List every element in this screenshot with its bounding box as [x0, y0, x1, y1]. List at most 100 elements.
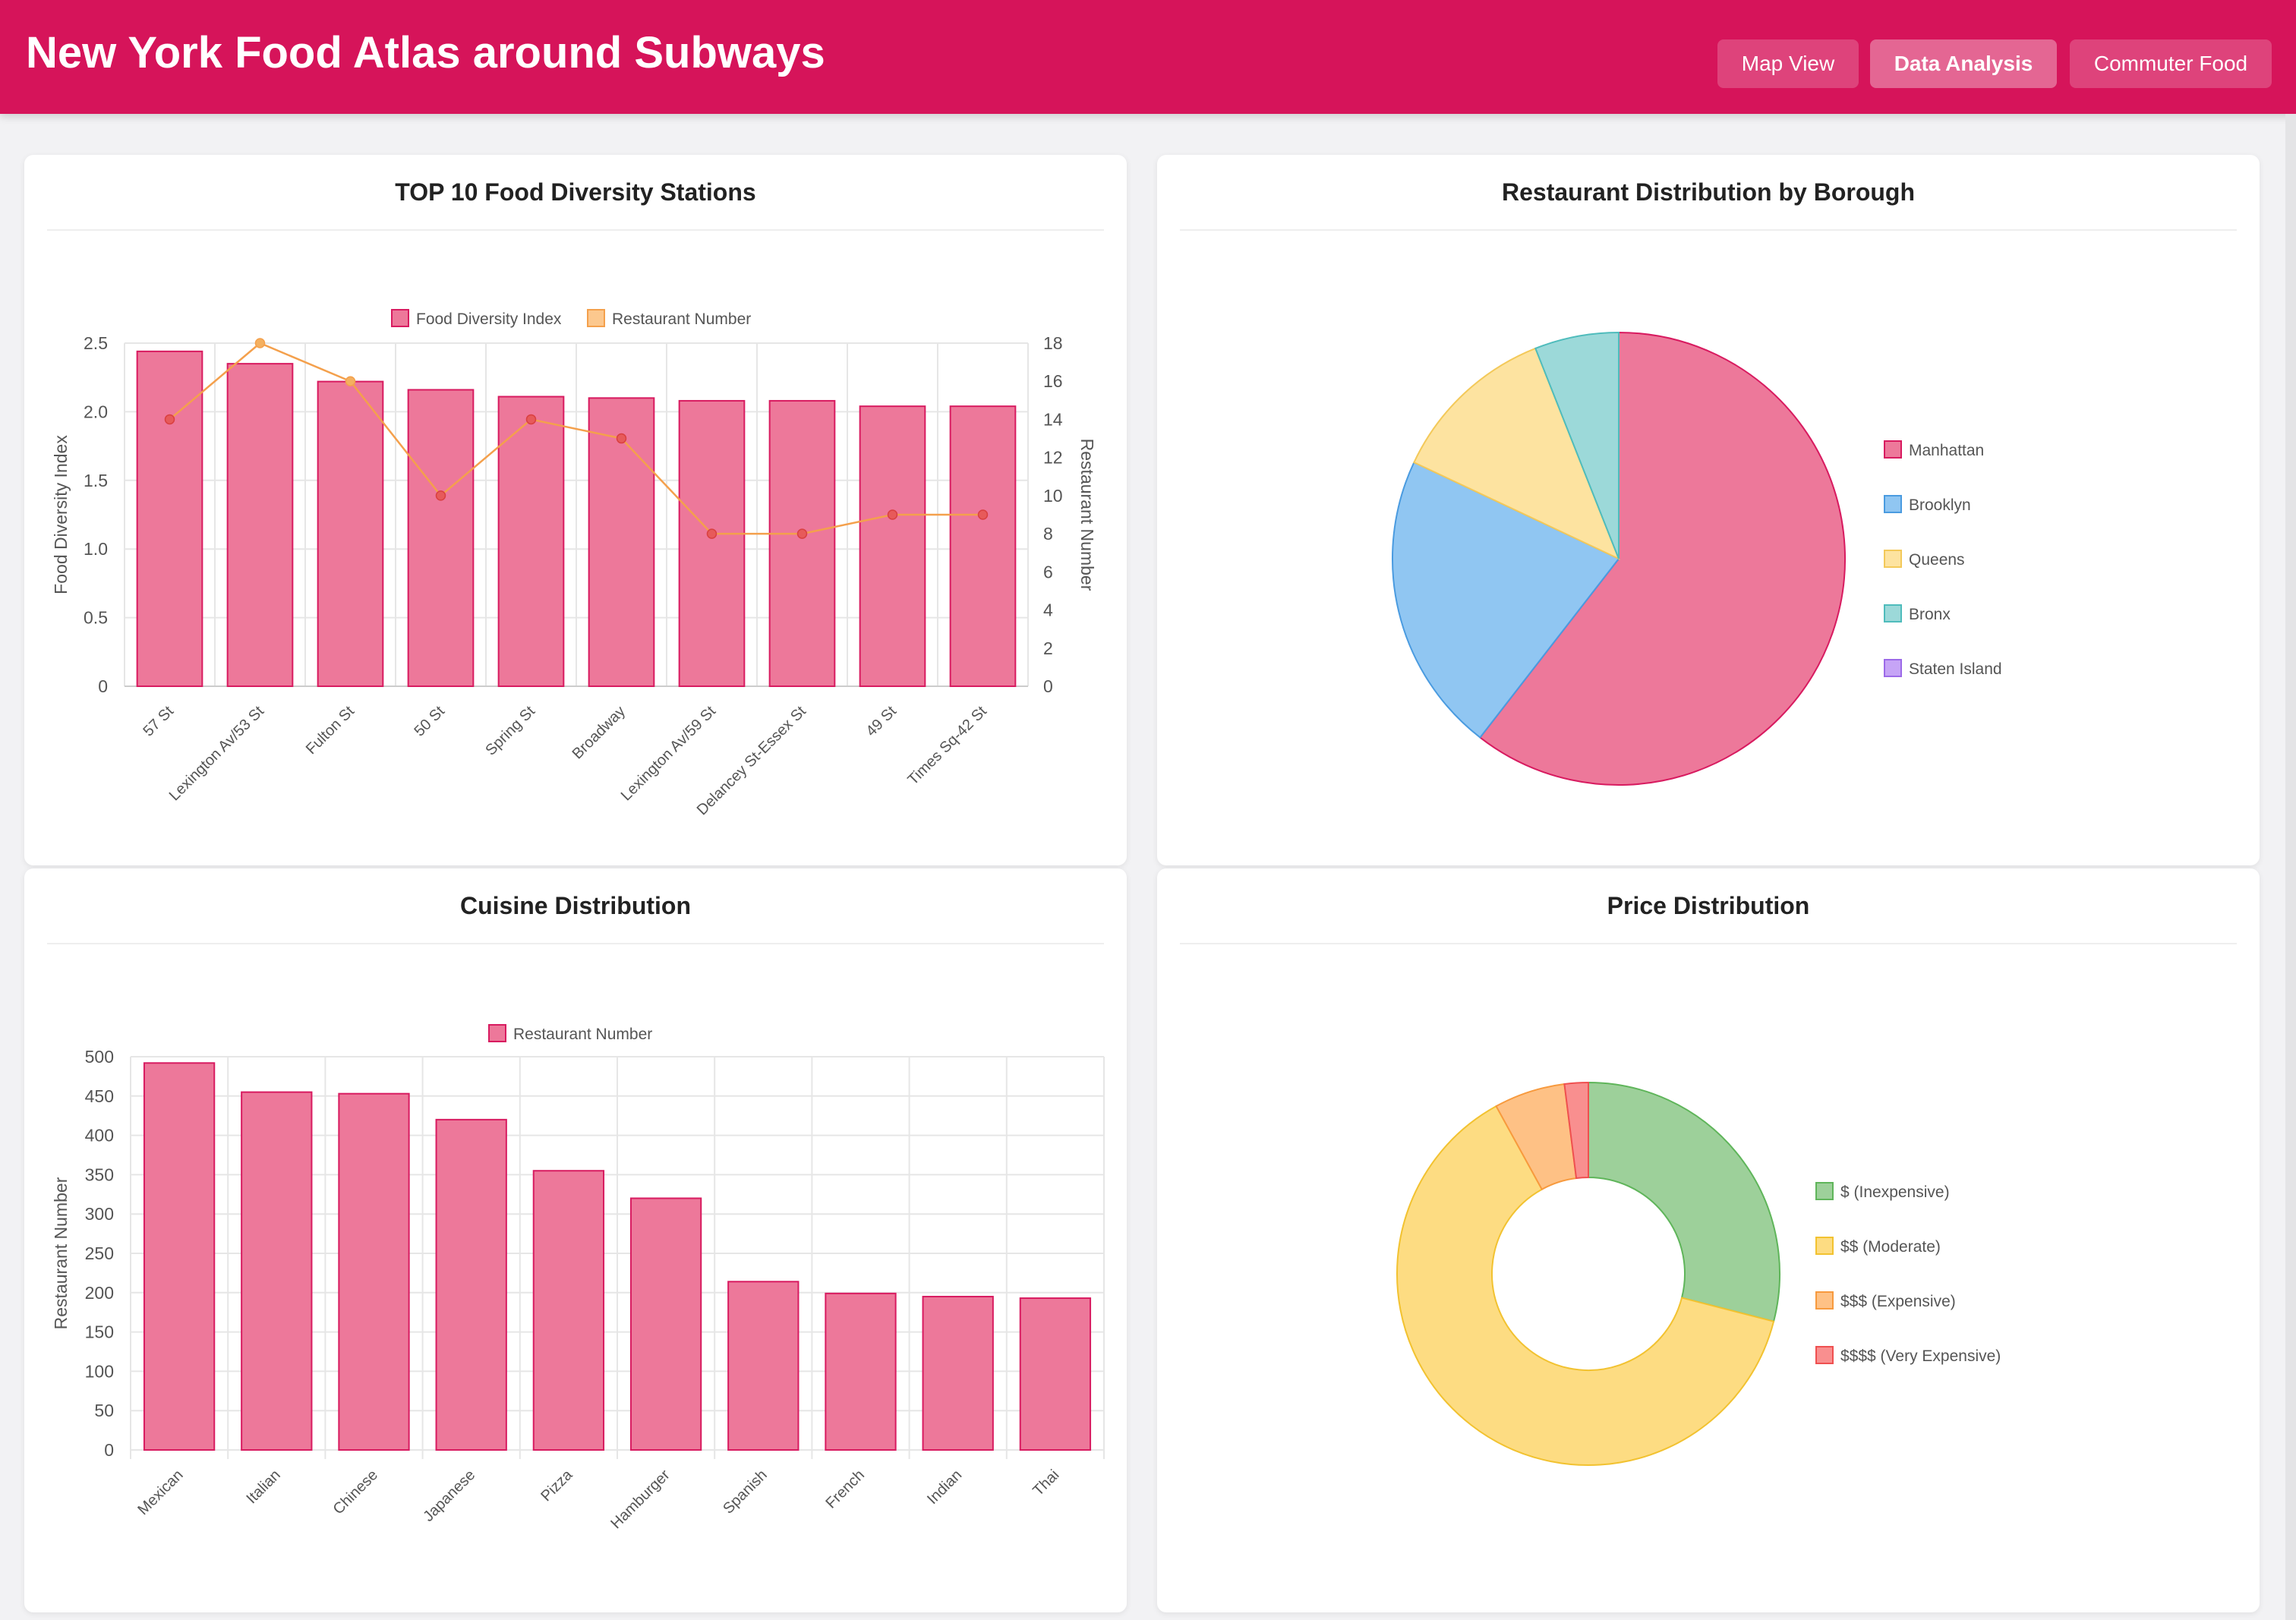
cuisine-chart: 0 50 100 150 200 250 300 350 400 450 500 Restaurant… — [51, 1024, 1105, 1532]
bar-mexican — [143, 1062, 216, 1451]
restaurant-number-point — [616, 433, 627, 444]
restaurant-number-point — [706, 528, 718, 539]
y-tick-label: 450 — [85, 1086, 114, 1106]
y-axis-title: Restaurant Number — [51, 1177, 71, 1329]
y-tick-label: 1.5 — [84, 471, 108, 490]
cuisine-card: Cuisine Distribution 0 50 100 150 200 250 300 3… — [24, 868, 1127, 1612]
x-tick-label: Spring St — [482, 703, 538, 759]
restaurant-number-point — [435, 490, 446, 501]
legend-expensive-swatch — [1815, 1291, 1834, 1310]
y-tick-label: 0 — [98, 676, 108, 696]
legend-bronx-label: Bronx — [1909, 606, 1951, 623]
y-tick-label: 50 — [94, 1401, 114, 1420]
x-tick-label: 57 St — [140, 703, 177, 740]
x-tick-label: Indian — [924, 1467, 965, 1508]
legend-moderate-label: $$ (Moderate) — [1840, 1238, 1941, 1256]
restaurant-number-point — [977, 509, 989, 520]
bar-chinese — [338, 1092, 410, 1451]
x-tick-label: Japanese — [420, 1467, 478, 1525]
bar-italian — [241, 1091, 313, 1451]
bar-50-st — [407, 389, 475, 687]
nav-map-view[interactable]: Map View — [1717, 39, 1859, 88]
bar-pizza — [532, 1170, 605, 1451]
top-navbar: New York Food Atlas around Subways Map V… — [0, 0, 2296, 114]
price-chart: $ (Inexpensive) $$ (Moderate) $$$ (Expensi… — [1396, 1081, 2001, 1466]
x-tick-label: Thai — [1030, 1467, 1062, 1499]
legend-expensive-label: $$$ (Expensive) — [1840, 1293, 1956, 1310]
x-tick-label: Lexington Av/59 St — [618, 703, 720, 805]
restaurant-number-point — [796, 528, 808, 539]
borough-card: Restaurant Distribution by Borough Manha… — [1157, 155, 2260, 865]
legend-moderate-swatch — [1815, 1237, 1834, 1255]
diversity-chart: 0 0.5 1.0 1.5 2.0 2.5 0 2 4 6 8 10 12 14 16 18 Food Dive… — [51, 309, 1097, 818]
bar-spanish — [727, 1281, 800, 1451]
borough-chart: Manhattan Brooklyn Queens Bronx Staten Islan… — [1392, 331, 2002, 786]
bar-indian — [922, 1295, 994, 1451]
legend-inexpensive-swatch — [1815, 1182, 1834, 1200]
y2-tick-label: 0 — [1043, 676, 1053, 696]
y-tick-label: 2.0 — [84, 402, 108, 421]
legend-diversity-index-label: Food Diversity Index — [416, 310, 562, 328]
bar-japanese — [435, 1118, 507, 1451]
restaurant-number-point — [887, 509, 898, 520]
y-tick-label: 150 — [85, 1322, 114, 1342]
restaurant-number-point — [254, 338, 266, 348]
bar-57-st — [136, 350, 203, 687]
y-tick-label: 350 — [85, 1165, 114, 1184]
y-tick-label: 0.5 — [84, 608, 108, 628]
y2-tick-label: 16 — [1043, 371, 1063, 391]
legend-staten-island-label: Staten Island — [1909, 660, 2002, 678]
y2-tick-label: 6 — [1043, 562, 1053, 581]
price-card: Price Distribution $ (Inexpensive) $$ (Mo… — [1157, 868, 2260, 1612]
y-tick-label: 400 — [85, 1126, 114, 1146]
legend-queens-label: Queens — [1909, 551, 1965, 569]
bar-lexington-av-59-st — [678, 399, 746, 687]
restaurant-number-point — [164, 414, 175, 425]
restaurant-number-point — [345, 376, 356, 386]
bar-french — [825, 1292, 897, 1451]
legend-queens-swatch — [1884, 550, 1902, 568]
y2-tick-label: 2 — [1043, 638, 1053, 658]
y-tick-label: 0 — [104, 1440, 114, 1460]
y-tick-label: 100 — [85, 1361, 114, 1381]
y2-tick-label: 12 — [1043, 448, 1063, 468]
x-tick-label: Chinese — [330, 1467, 381, 1518]
legend-restaurant-number-swatch — [488, 1024, 506, 1042]
bar-delancey-st-essex-st — [768, 399, 836, 687]
x-tick-label: 49 St — [863, 703, 900, 740]
legend-manhattan-label: Manhattan — [1909, 442, 1984, 459]
bar-thai — [1019, 1297, 1092, 1451]
y2-axis-title: Restaurant Number — [1077, 439, 1097, 591]
bar-lexington-av-53-st — [226, 363, 294, 687]
x-tick-label: Mexican — [134, 1467, 186, 1518]
x-tick-label: Broadway — [569, 703, 629, 762]
legend-bronx-swatch — [1884, 604, 1902, 622]
bar-times-sq-42-st — [949, 405, 1017, 687]
y-tick-label: 200 — [85, 1283, 114, 1303]
y2-tick-label: 10 — [1043, 486, 1063, 506]
x-tick-label: Lexington Av/53 St — [166, 703, 268, 805]
y-tick-label: 250 — [85, 1243, 114, 1263]
restaurant-number-point — [525, 414, 537, 425]
y2-tick-label: 4 — [1043, 600, 1053, 620]
app-title: New York Food Atlas around Subways — [26, 28, 825, 77]
y-tick-label: 500 — [85, 1047, 114, 1067]
legend-brooklyn-label: Brooklyn — [1909, 496, 1971, 514]
nav-data-analysis[interactable]: Data Analysis — [1870, 39, 2057, 88]
x-tick-label: Times Sq-42 St — [905, 703, 991, 789]
legend-very-expensive-swatch — [1815, 1346, 1834, 1364]
legend-restaurant-number-label: Restaurant Number — [513, 1026, 652, 1043]
x-tick-label: Spanish — [720, 1467, 771, 1518]
y-axis-title: Food Diversity Index — [51, 435, 71, 594]
y-tick-label: 1.0 — [84, 539, 108, 559]
nav-commuter-food[interactable]: Commuter Food — [2070, 39, 2272, 88]
y2-tick-label: 18 — [1043, 333, 1063, 353]
diversity-card: TOP 10 Food Diversity Stations 0 0.5 1.0 1.… — [24, 155, 1127, 865]
y-tick-label: 2.5 — [84, 333, 108, 353]
page-scrollbar[interactable] — [2285, 114, 2296, 1620]
x-tick-label: Italian — [244, 1467, 284, 1507]
y2-tick-label: 14 — [1043, 409, 1063, 429]
legend-diversity-index-swatch — [391, 309, 409, 327]
legend-inexpensive-label: $ (Inexpensive) — [1840, 1183, 1950, 1201]
x-tick-label: 50 St — [411, 703, 448, 740]
